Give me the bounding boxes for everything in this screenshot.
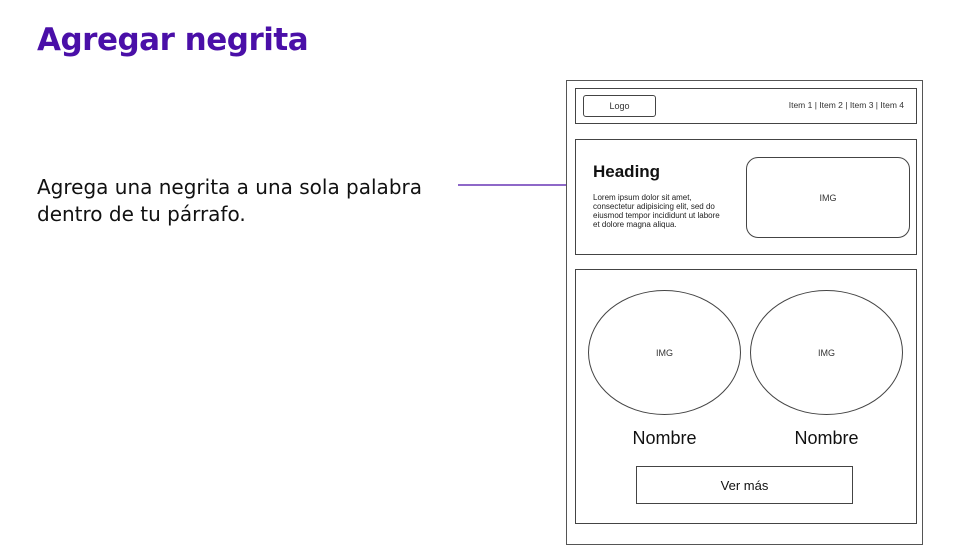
wireframe-nav: Logo Item 1 | Item 2 | Item 3 | Item 4 (575, 88, 917, 124)
wireframe-logo: Logo (583, 95, 656, 117)
wireframe-member-image: IMG (588, 290, 741, 415)
wireframe-team: IMG IMG Nombre Nombre Ver más (575, 269, 917, 524)
wireframe-hero: Heading Lorem ipsum dolor sit amet, cons… (575, 139, 917, 255)
wireframe-member-name: Nombre (632, 428, 697, 448)
wireframe: Logo Item 1 | Item 2 | Item 3 | Item 4 H… (566, 80, 923, 545)
wireframe-hero-text: Lorem ipsum dolor sit amet, consectetur … (593, 193, 720, 229)
instruction-text: Agrega una negrita a una sola palabra de… (37, 175, 422, 226)
wireframe-member-name: Nombre (794, 428, 859, 448)
wireframe-hero-image: IMG (746, 157, 910, 238)
slide-title: Agregar negrita (37, 22, 309, 58)
wireframe-nav-items: Item 1 | Item 2 | Item 3 | Item 4 (788, 100, 904, 110)
wireframe-more-button: Ver más (636, 466, 853, 504)
wireframe-hero-heading: Heading (593, 162, 661, 181)
wireframe-member-image: IMG (750, 290, 903, 415)
